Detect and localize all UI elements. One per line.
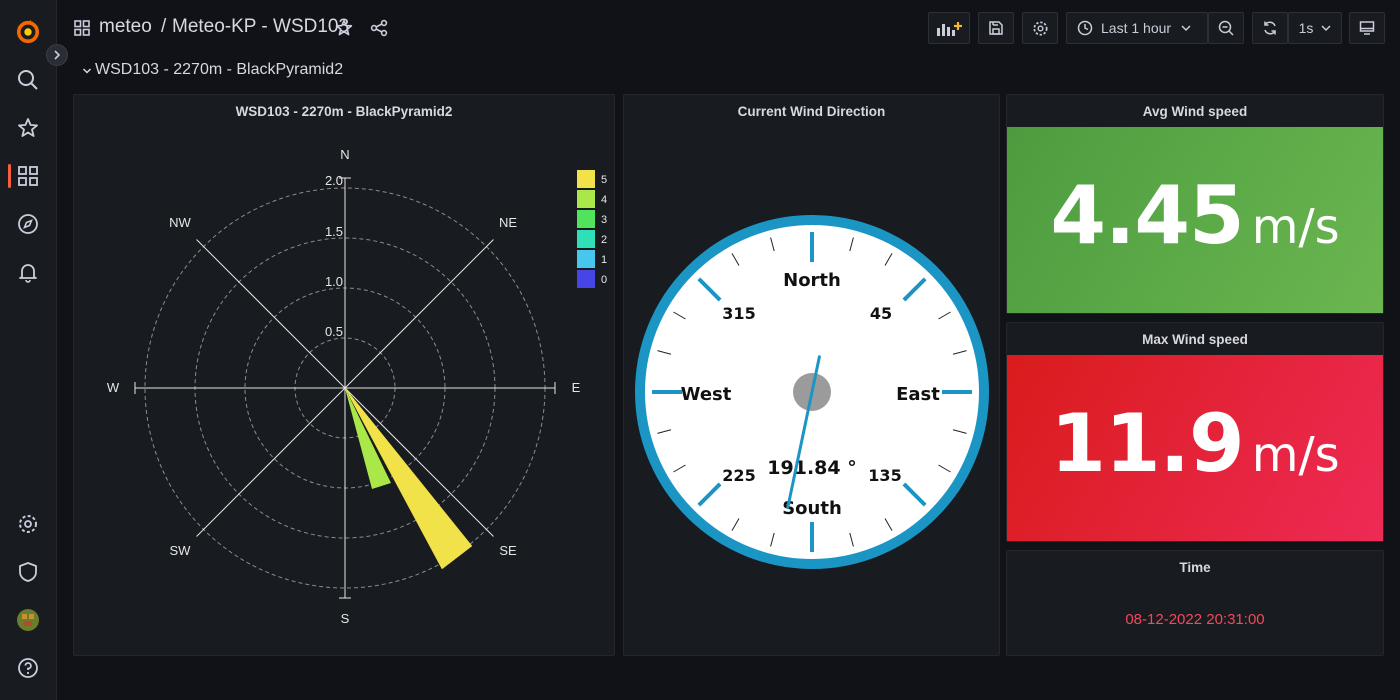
row-title[interactable]: WSD103 - 2270m - BlackPyramid2 (95, 61, 343, 79)
time-value: 08-12-2022 20:31:00 (1125, 611, 1265, 628)
row-collapse-chevron-icon[interactable] (82, 66, 92, 76)
max-speed-value: 11.9 (1050, 397, 1244, 490)
time-panel[interactable]: Time 08-12-2022 20:31:00 (1006, 550, 1384, 656)
panel-title: Time (1179, 560, 1211, 575)
zoom-out-icon (1218, 20, 1234, 36)
explore-compass-icon[interactable] (16, 212, 40, 236)
zoom-out-button[interactable] (1208, 12, 1244, 44)
compass-label-north: North (783, 270, 841, 291)
legend-label: 4 (601, 194, 607, 206)
compass-label-45: 45 (870, 304, 892, 323)
breadcrumb-dashboard[interactable]: Meteo-KP - WSD103 (172, 16, 349, 38)
view-mode-button[interactable] (1349, 12, 1385, 44)
monitor-icon (1359, 21, 1375, 35)
legend-label: 0 (601, 274, 607, 286)
max-speed-unit: m/s (1251, 427, 1340, 483)
max-speed-background: 11.9 m/s (1007, 355, 1383, 541)
time-range-label: Last 1 hour (1101, 20, 1172, 36)
panel-title: Avg Wind speed (1142, 104, 1248, 119)
sidebar-expand-button[interactable] (46, 44, 68, 66)
compass-label-135: 135 (868, 466, 901, 485)
favorite-star-icon[interactable] (335, 19, 353, 37)
save-icon (989, 21, 1003, 35)
compass-gauge: North East South West 45 135 225 315 191… (635, 215, 989, 569)
max-speed-stat: 11.9 m/s (1007, 397, 1383, 490)
max-wind-speed-panel[interactable]: Max Wind speed 11.9 m/s (1006, 322, 1384, 542)
compass-label-east: East (896, 384, 940, 405)
dashboard-settings-button[interactable] (1022, 12, 1058, 44)
direction-label-ne: NE (499, 215, 517, 230)
grafana-logo-icon[interactable] (16, 20, 40, 44)
radial-tick-2-0: 2.0 (325, 173, 343, 188)
direction-label-n: N (340, 147, 349, 162)
settings-gear-icon[interactable] (16, 512, 40, 536)
legend-swatch (577, 270, 595, 288)
legend-swatch (577, 250, 595, 268)
save-dashboard-button[interactable] (978, 12, 1014, 44)
dashboard-grid-icon (74, 20, 90, 36)
breadcrumb-folder[interactable]: meteo (99, 16, 152, 38)
avg-wind-speed-panel[interactable]: Avg Wind speed 4.45 m/s (1006, 94, 1384, 314)
direction-label-se: SE (499, 543, 517, 558)
active-indicator (8, 164, 11, 188)
legend-swatch (577, 190, 595, 208)
compass-label-west: West (681, 384, 732, 405)
radial-tick-1-0: 1.0 (325, 274, 343, 289)
wind-direction-panel[interactable]: Current Wind Direction North East South … (623, 94, 1000, 656)
radial-tick-1-5: 1.5 (325, 224, 343, 239)
chevron-down-icon (1181, 25, 1191, 32)
avg-speed-value: 4.45 (1050, 169, 1244, 262)
panel-title: Max Wind speed (1142, 332, 1248, 347)
direction-label-nw: NW (169, 215, 191, 230)
add-panel-button[interactable] (928, 12, 970, 44)
compass-label-225: 225 (722, 466, 755, 485)
radial-tick-0-5: 0.5 (325, 324, 343, 339)
server-admin-shield-icon[interactable] (16, 560, 40, 584)
windrose-panel[interactable]: WSD103 - 2270m - BlackPyramid2 N NE E SE (73, 94, 615, 656)
avg-speed-stat: 4.45 m/s (1007, 169, 1383, 262)
legend-label: 5 (601, 174, 607, 186)
direction-label-sw: SW (170, 543, 192, 558)
compass-label-315: 315 (722, 304, 755, 323)
legend-label: 1 (601, 254, 607, 266)
add-panel-icon (937, 22, 962, 36)
share-icon[interactable] (370, 19, 388, 37)
top-navbar: meteo / Meteo-KP - WSD103 Last 1 hour 1s (56, 0, 1400, 56)
dashboards-icon[interactable] (16, 164, 40, 188)
legend-label: 3 (601, 214, 607, 226)
clock-icon (1077, 20, 1093, 36)
sidebar (0, 0, 57, 700)
legend-label: 2 (601, 234, 607, 246)
help-icon[interactable] (16, 656, 40, 680)
direction-label-e: E (572, 380, 581, 395)
gear-icon (1032, 20, 1048, 36)
alerting-bell-icon[interactable] (16, 260, 40, 284)
refresh-interval-picker[interactable]: 1s (1288, 12, 1342, 44)
legend-swatch (577, 170, 595, 188)
legend-swatch (577, 230, 595, 248)
avg-speed-unit: m/s (1251, 199, 1340, 255)
star-icon[interactable] (16, 116, 40, 140)
chevron-right-icon (54, 50, 61, 60)
avg-speed-background: 4.45 m/s (1007, 127, 1383, 313)
compass-value: 191.84 ° (767, 457, 856, 479)
direction-label-w: W (107, 380, 120, 395)
refresh-icon (1264, 21, 1276, 35)
wind-sectors (344, 387, 473, 570)
refresh-interval-label: 1s (1298, 20, 1314, 36)
windrose-legend: 5 4 3 2 1 0 (577, 170, 607, 288)
direction-label-s: S (341, 611, 350, 626)
compass-label-south: South (782, 498, 842, 519)
breadcrumb-separator: / (161, 16, 167, 37)
user-avatar[interactable] (16, 608, 40, 632)
windrose-chart: N NE E SE S SW W NW 0.5 1.0 1.5 2.0 5 4 … (107, 147, 607, 626)
refresh-button[interactable] (1252, 12, 1288, 44)
chevron-down-icon (1321, 25, 1331, 32)
time-range-picker[interactable]: Last 1 hour (1066, 12, 1208, 44)
search-icon[interactable] (16, 68, 40, 92)
legend-swatch (577, 210, 595, 228)
